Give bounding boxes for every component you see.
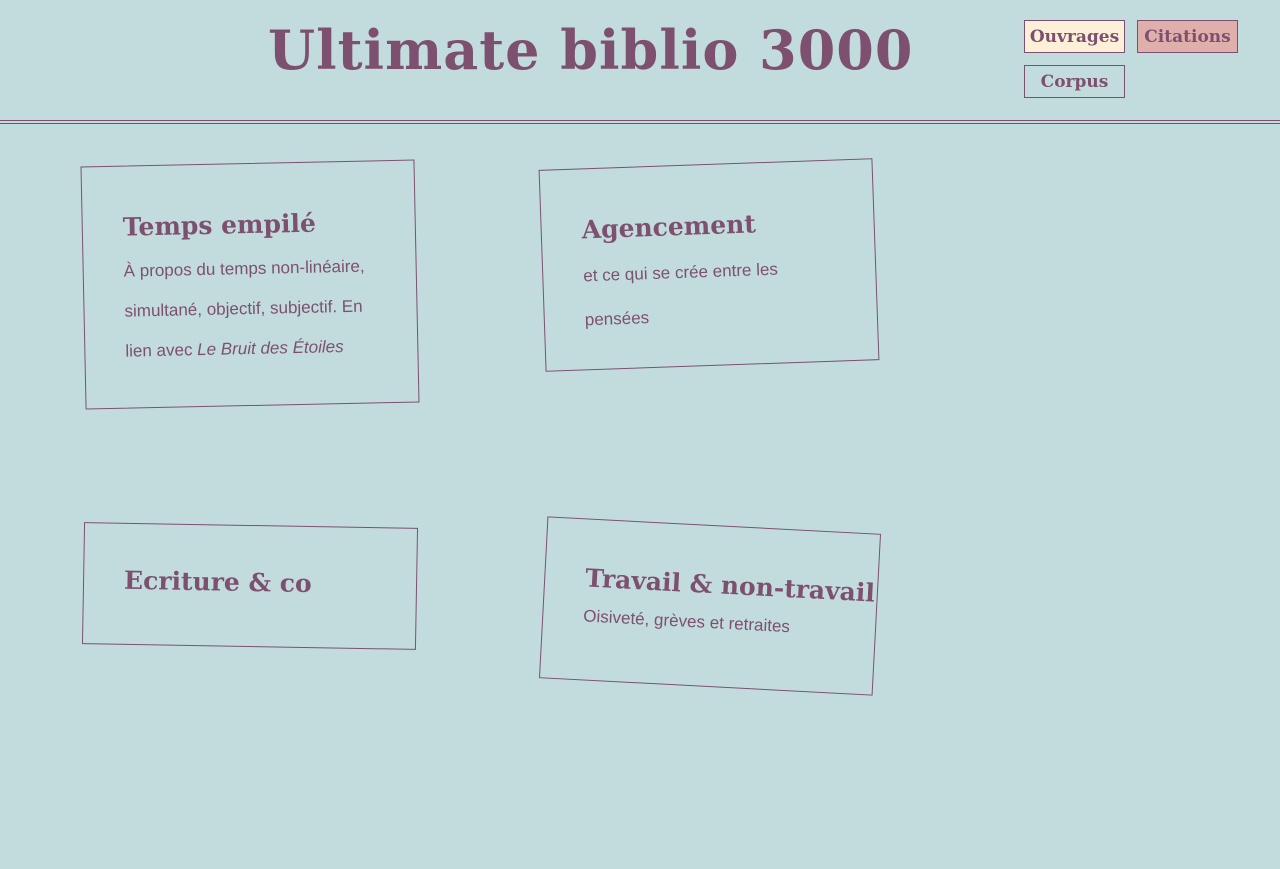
card-title: Travail & non-travail [584, 563, 876, 608]
card-description-reference: Le Bruit des Étoiles [196, 337, 344, 360]
nav-button-ouvrages[interactable]: Ouvrages [1024, 20, 1125, 53]
header-divider [0, 120, 1280, 124]
nav-button-corpus[interactable]: Corpus [1024, 65, 1125, 98]
site-title: Ultimate biblio 3000 [268, 18, 914, 82]
card-title: Ecriture & co [123, 565, 312, 599]
category-card-agencement[interactable]: Agencement et ce qui se crée entre les p… [538, 158, 880, 372]
card-description: et ce qui se crée entre les pensées [582, 259, 779, 330]
category-card-temps-empile[interactable]: Temps empilé À propos du temps non-linéa… [80, 159, 420, 410]
card-description: À propos du temps non-linéaire, simultan… [123, 246, 379, 371]
card-title: Agencement [581, 209, 757, 245]
header: Ultimate biblio 3000 Ouvrages Citations … [0, 0, 1280, 120]
category-card-travail-non-travail[interactable]: Travail & non-travail Oisiveté, grèves e… [538, 516, 882, 696]
category-card-ecriture-co[interactable]: Ecriture & co [81, 522, 419, 650]
card-description: Oisiveté, grèves et retraites [582, 606, 791, 637]
card-title: Temps empilé [122, 208, 317, 242]
nav-button-citations[interactable]: Citations [1137, 20, 1238, 53]
